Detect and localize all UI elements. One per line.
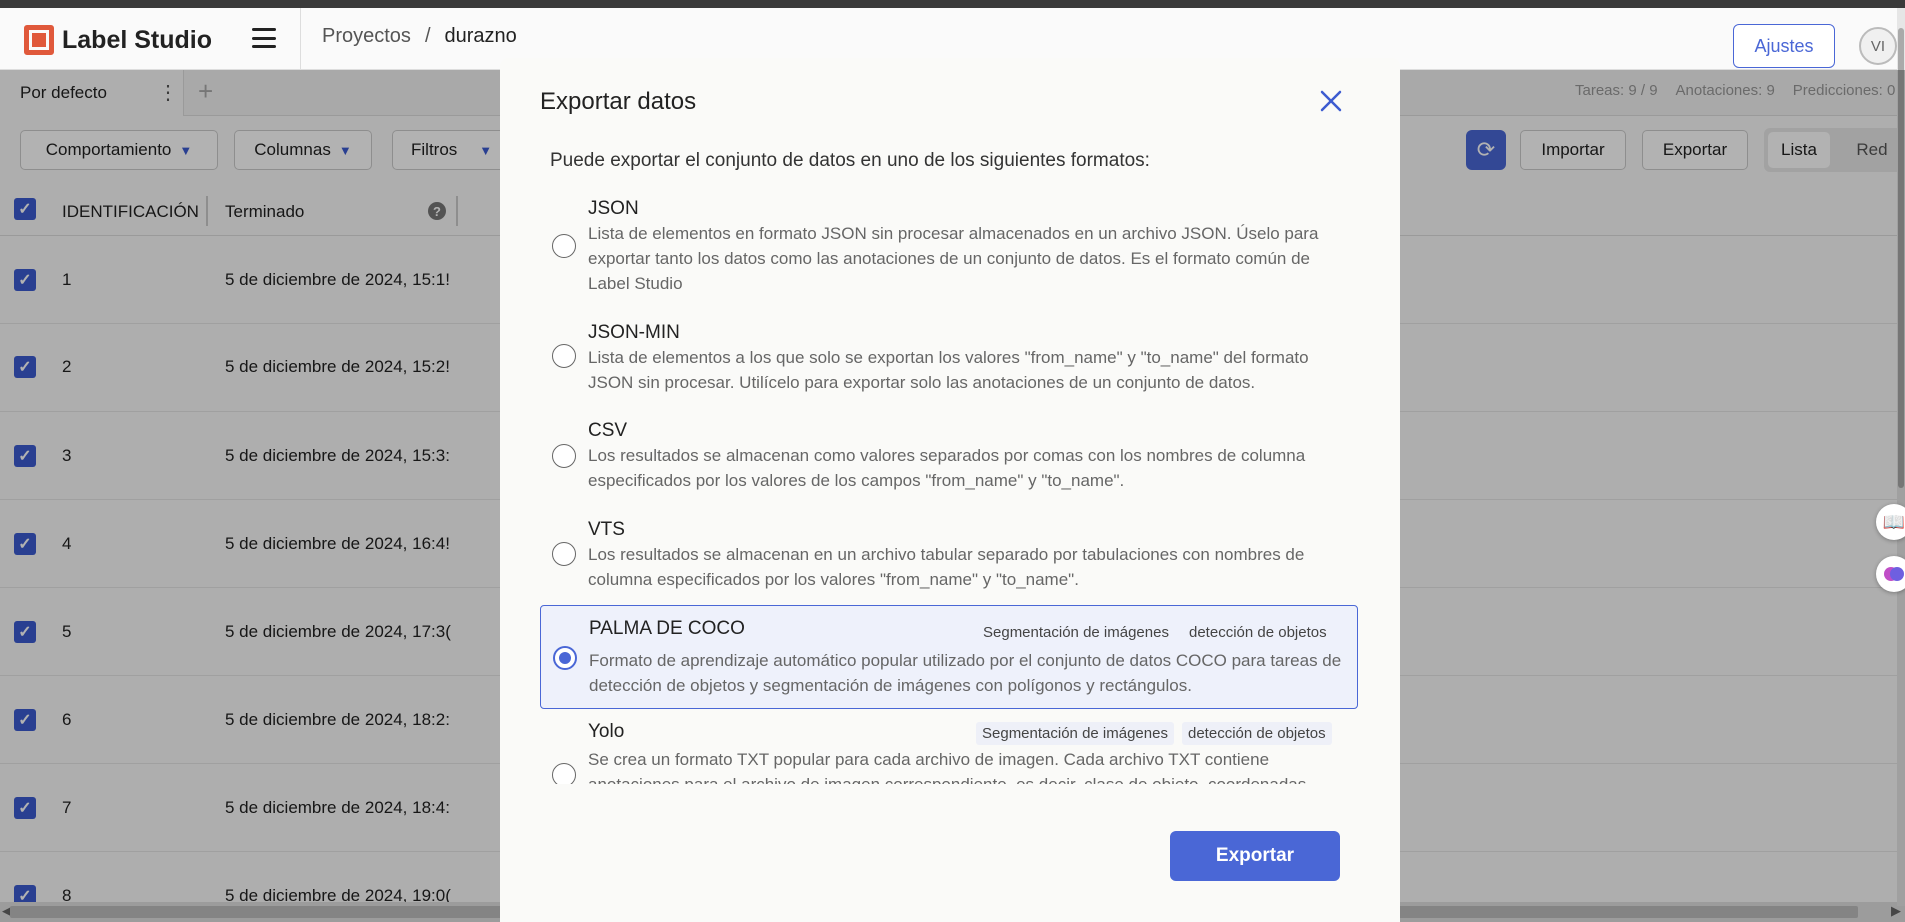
app-name: Label Studio bbox=[62, 25, 212, 54]
format-tag: detección de objetos bbox=[1182, 722, 1332, 745]
breadcrumb: Proyectos / durazno bbox=[322, 25, 517, 48]
settings-button[interactable]: Ajustes bbox=[1733, 24, 1835, 68]
format-option-json-min[interactable]: JSON-MIN Lista de elementos a los que so… bbox=[540, 320, 1358, 394]
format-title: PALMA DE COCO bbox=[589, 618, 745, 639]
breadcrumb-separator: / bbox=[424, 25, 431, 47]
format-title: Yolo bbox=[588, 721, 625, 742]
format-option-json[interactable]: JSON Lista de elementos en formato JSON … bbox=[540, 196, 1358, 293]
modal-intro: Puede exportar el conjunto de datos en u… bbox=[550, 150, 1150, 171]
format-option-yolo[interactable]: Yolo Segmentación de imágenes detección … bbox=[540, 721, 1358, 784]
top-strip bbox=[0, 0, 1905, 8]
format-description: Lista de elementos a los que solo se exp… bbox=[588, 348, 1309, 392]
book-icon[interactable]: 📖 bbox=[1876, 504, 1905, 540]
breadcrumb-projects[interactable]: Proyectos bbox=[322, 25, 411, 47]
format-title: CSV bbox=[588, 420, 628, 441]
export-data-modal: Exportar datos Puede exportar el conjunt… bbox=[500, 58, 1400, 922]
close-icon[interactable] bbox=[1318, 88, 1344, 114]
format-radio[interactable] bbox=[552, 234, 576, 258]
format-description: Los resultados se almacenan en un archiv… bbox=[588, 545, 1305, 589]
format-radio[interactable] bbox=[552, 444, 576, 468]
hamburger-menu-icon[interactable] bbox=[252, 28, 276, 48]
logo[interactable]: Label Studio bbox=[24, 25, 212, 55]
format-title: VTS bbox=[588, 519, 625, 540]
format-title: JSON bbox=[588, 198, 639, 219]
export-button[interactable]: Exportar bbox=[1170, 831, 1340, 881]
format-option-csv[interactable]: CSV Los resultados se almacenan como val… bbox=[540, 418, 1358, 492]
format-title: JSON-MIN bbox=[588, 322, 680, 343]
breadcrumb-current-project: durazno bbox=[444, 25, 517, 47]
modal-title: Exportar datos bbox=[540, 88, 697, 115]
format-description: Lista de elementos en formato JSON sin p… bbox=[588, 224, 1319, 293]
header-divider bbox=[300, 8, 301, 70]
format-description: Formato de aprendizaje automático popula… bbox=[589, 651, 1342, 695]
format-option-coco[interactable]: PALMA DE COCO Segmentación de imágenes d… bbox=[540, 605, 1358, 709]
format-radio[interactable] bbox=[552, 344, 576, 368]
label-studio-logo-icon bbox=[24, 25, 54, 55]
format-description: Se crea un formato TXT popular para cada… bbox=[588, 750, 1306, 784]
format-radio[interactable] bbox=[552, 763, 576, 784]
format-radio[interactable] bbox=[552, 542, 576, 566]
avatar[interactable]: VI bbox=[1859, 27, 1897, 65]
format-tag: Segmentación de imágenes bbox=[976, 722, 1174, 745]
format-description: Los resultados se almacenan como valores… bbox=[588, 446, 1306, 490]
format-radio-selected[interactable] bbox=[553, 646, 577, 670]
brain-icon[interactable] bbox=[1876, 556, 1905, 592]
format-option-vts[interactable]: VTS Los resultados se almacenan en un ar… bbox=[540, 517, 1358, 591]
format-tag: Segmentación de imágenes bbox=[983, 624, 1169, 641]
format-tag: detección de objetos bbox=[1189, 624, 1327, 641]
